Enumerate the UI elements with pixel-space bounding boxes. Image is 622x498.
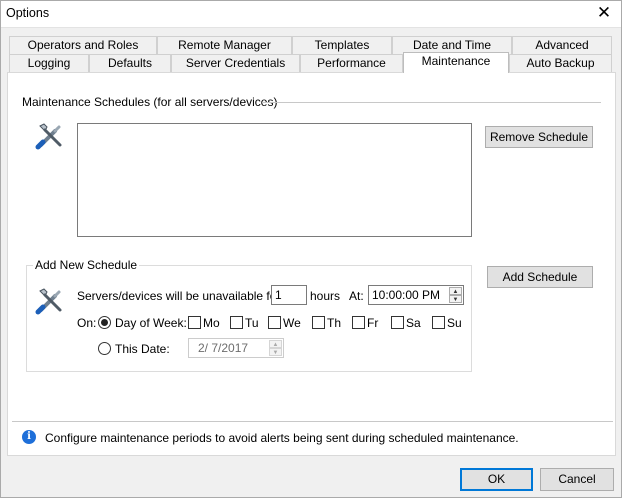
tools-icon: [35, 288, 62, 315]
this-date-radio[interactable]: [98, 342, 111, 355]
date-picker[interactable]: 2/ 7/2017 ▲ ▼: [188, 338, 284, 358]
day-label-sa: Sa: [406, 316, 421, 330]
heading-divider: [262, 102, 601, 103]
remove-schedule-button[interactable]: Remove Schedule: [485, 126, 593, 148]
this-date-label: This Date:: [115, 342, 170, 356]
time-value: 10:00:00 PM: [372, 288, 441, 302]
hours-input[interactable]: 1: [271, 285, 307, 305]
on-label: On:: [77, 316, 97, 330]
title-bar: Options ✕: [0, 0, 622, 28]
checkbox-su[interactable]: [432, 316, 445, 329]
time-spinner[interactable]: ▲ ▼: [449, 287, 462, 303]
spin-up-icon[interactable]: ▲: [269, 340, 282, 348]
checkbox-tu[interactable]: [230, 316, 243, 329]
tab-remote-manager[interactable]: Remote Manager: [157, 36, 292, 54]
checkbox-th[interactable]: [312, 316, 325, 329]
tab-defaults[interactable]: Defaults: [89, 54, 171, 72]
window-title: Options: [6, 6, 50, 20]
tab-templates[interactable]: Templates: [292, 36, 392, 54]
tab-maintenance[interactable]: Maintenance: [403, 52, 509, 73]
tab-operators-and-roles[interactable]: Operators and Roles: [9, 36, 157, 54]
time-picker[interactable]: 10:00:00 PM ▲ ▼: [368, 285, 464, 305]
tab-server-credentials[interactable]: Server Credentials: [171, 54, 300, 72]
schedules-heading: Maintenance Schedules (for all servers/d…: [22, 95, 278, 109]
day-of-week-radio[interactable]: [98, 316, 111, 329]
tools-icon: [35, 123, 62, 150]
date-spinner[interactable]: ▲ ▼: [269, 340, 282, 356]
checkbox-we[interactable]: [268, 316, 281, 329]
date-value: 2/ 7/2017: [198, 341, 249, 355]
day-label-th: Th: [327, 316, 342, 330]
info-icon: i: [22, 430, 36, 444]
add-schedule-heading: Add New Schedule: [33, 258, 140, 272]
hours-label: hours: [310, 289, 341, 303]
day-label-we: We: [283, 316, 301, 330]
info-divider: [12, 421, 613, 422]
day-label-su: Su: [447, 316, 462, 330]
tab-logging[interactable]: Logging: [9, 54, 89, 72]
add-schedule-button[interactable]: Add Schedule: [487, 266, 593, 288]
day-of-week-label: Day of Week:: [115, 316, 187, 330]
checkbox-fr[interactable]: [352, 316, 365, 329]
tab-advanced[interactable]: Advanced: [512, 36, 612, 54]
spin-down-icon[interactable]: ▼: [449, 295, 462, 303]
tab-performance[interactable]: Performance: [300, 54, 403, 72]
checkbox-sa[interactable]: [391, 316, 404, 329]
day-label-tu: Tu: [245, 316, 259, 330]
checkbox-mo[interactable]: [188, 316, 201, 329]
day-label-mo: Mo: [203, 316, 220, 330]
info-text: Configure maintenance periods to avoid a…: [45, 431, 519, 445]
spin-down-icon[interactable]: ▼: [269, 348, 282, 356]
spin-up-icon[interactable]: ▲: [449, 287, 462, 295]
tab-auto-backup[interactable]: Auto Backup: [509, 54, 612, 72]
schedules-list[interactable]: [77, 123, 472, 237]
cancel-button[interactable]: Cancel: [540, 468, 614, 491]
close-icon[interactable]: ✕: [594, 3, 614, 23]
day-label-fr: Fr: [367, 316, 379, 330]
ok-button[interactable]: OK: [460, 468, 533, 491]
unavailable-label: Servers/devices will be unavailable for:: [77, 289, 284, 303]
maintenance-panel: Maintenance Schedules (for all servers/d…: [7, 72, 616, 456]
at-label: At:: [349, 289, 364, 303]
